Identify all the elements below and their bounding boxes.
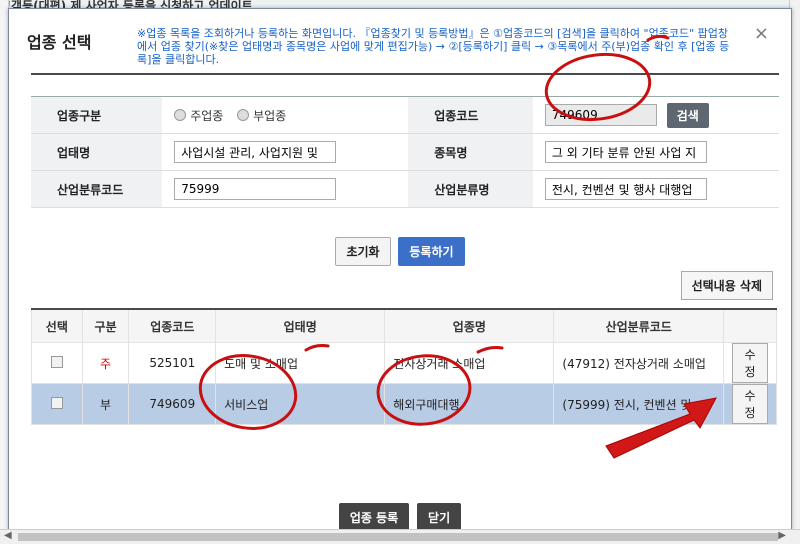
industry-code-input[interactable] [544,103,657,126]
table-row[interactable]: 부 749609 서비스업 해외구매대행 (75999) 전시, 컨벤션 및 …… [31,383,777,425]
industry-name-label: 산업분류명 [408,170,533,208]
footer-actions: 업종 등록 닫기 [9,503,791,532]
row-checkbox[interactable] [50,396,63,409]
industry-code-label: 산업분류코드 [31,170,163,208]
scroll-right-icon[interactable]: ▶ [778,530,786,541]
modal-title: 업종 선택 [27,33,92,52]
radio-sub-label: 부업종 [253,108,287,123]
radio-sub-industry[interactable] [237,109,250,121]
row-type: 주 [81,342,130,384]
col-select: 선택 [31,308,83,343]
scroll-thumb[interactable] [18,533,778,541]
scroll-left-icon[interactable]: ◀ [4,530,12,541]
industry-select-modal: 업종 선택 ※업종 목록을 조회하거나 등록하는 화면입니다. 『업종찾기 및 … [8,8,792,532]
search-button[interactable]: 검색 [666,102,709,128]
row-type: 부 [81,383,130,425]
business-label: 업태명 [31,133,163,171]
row-item: 해외구매대행 [384,383,555,425]
title-divider [31,73,779,75]
horizontal-scrollbar[interactable]: ◀ ▶ [0,529,800,544]
code-label: 업종코드 [408,96,533,134]
code-cell: 검색 [532,96,779,134]
industry-form: 업종구분 주업종 부업종 업종코드 검색 업태명 종목명 산업분류코드 산업분류… [31,96,779,208]
edit-button[interactable]: 수정 [732,384,768,424]
reset-button[interactable]: 초기화 [335,237,391,266]
register-button[interactable]: 등록하기 [398,237,465,266]
type-label: 업종구분 [31,96,163,134]
item-name-input[interactable] [544,141,707,163]
radio-main-label: 주업종 [190,108,224,123]
item-label: 종목명 [408,133,533,171]
row-business: 서비스업 [215,383,386,425]
business-name-input[interactable] [174,141,337,163]
col-code: 업종코드 [128,308,217,343]
col-type: 구분 [81,308,130,343]
form-actions: 초기화 등록하기 [9,237,791,266]
col-industry: 산업분류코드 [553,308,725,343]
type-radios: 주업종 부업종 [162,96,409,134]
col-business: 업태명 [215,308,386,343]
table-row[interactable]: 주 525101 도매 및 소매업 전자상거래 소매업 (47912) 전자상거… [31,342,777,384]
industry-class-code-input[interactable] [174,178,337,200]
delete-selected-button[interactable]: 선택내용 삭제 [680,271,773,300]
col-edit [723,308,777,343]
edit-button[interactable]: 수정 [732,343,768,383]
industry-class-name-input[interactable] [544,178,707,200]
row-code: 525101 [128,342,217,384]
row-industry: (75999) 전시, 컨벤션 및 … [553,383,725,425]
row-industry: (47912) 전자상거래 소매업 [553,342,725,384]
col-item: 업종명 [384,308,555,343]
notice-text: ※업종 목록을 조회하거나 등록하는 화면입니다. 『업종찾기 및 등록방법』은… [137,27,730,66]
close-icon[interactable]: × [754,23,769,44]
row-code: 749609 [128,383,217,425]
radio-main-industry[interactable] [174,109,187,121]
row-business: 도매 및 소매업 [215,342,386,384]
row-item: 전자상거래 소매업 [384,342,555,384]
close-button[interactable]: 닫기 [417,503,462,532]
industry-grid: 선택 구분 업종코드 업태명 업종명 산업분류코드 주 525101 도매 및 … [31,308,777,425]
register-industry-button[interactable]: 업종 등록 [338,503,410,532]
row-checkbox[interactable] [50,355,63,368]
